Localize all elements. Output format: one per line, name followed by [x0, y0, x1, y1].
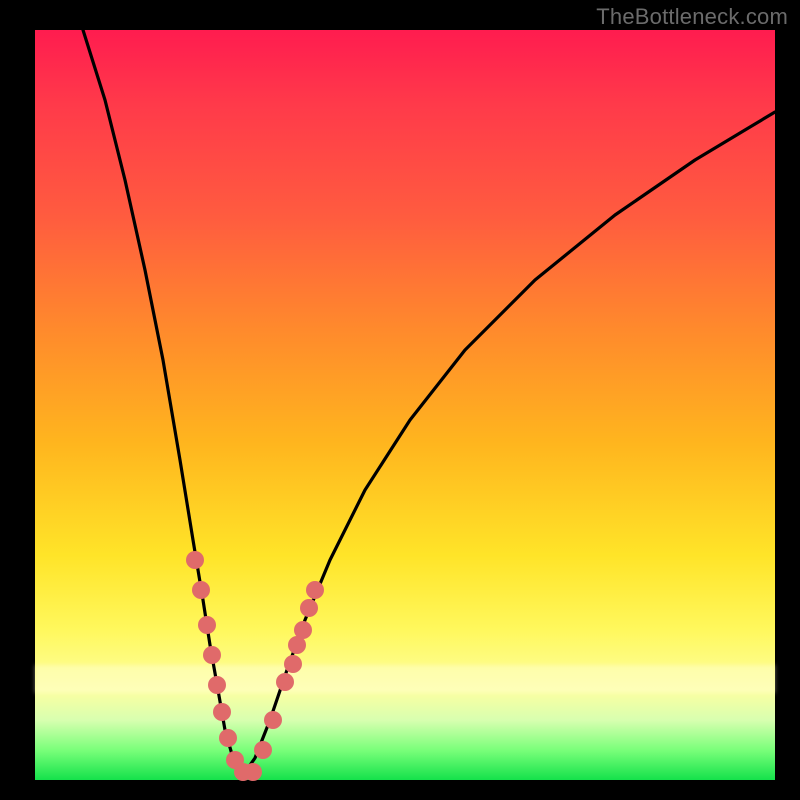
curve-left-branch	[83, 30, 243, 775]
data-marker	[306, 581, 324, 599]
curve-right-branch	[243, 112, 775, 775]
data-marker	[219, 729, 237, 747]
data-marker	[294, 621, 312, 639]
plot-area	[35, 30, 775, 780]
data-marker	[284, 655, 302, 673]
data-marker	[254, 741, 272, 759]
data-marker	[276, 673, 294, 691]
data-marker	[300, 599, 318, 617]
data-marker	[264, 711, 282, 729]
data-marker	[208, 676, 226, 694]
data-marker	[192, 581, 210, 599]
data-marker	[213, 703, 231, 721]
data-marker	[203, 646, 221, 664]
curve-layer	[35, 30, 775, 780]
data-marker	[186, 551, 204, 569]
watermark-text: TheBottleneck.com	[596, 4, 788, 30]
chart-frame: TheBottleneck.com	[0, 0, 800, 800]
data-markers	[186, 551, 324, 781]
data-marker	[244, 763, 262, 781]
data-marker	[198, 616, 216, 634]
